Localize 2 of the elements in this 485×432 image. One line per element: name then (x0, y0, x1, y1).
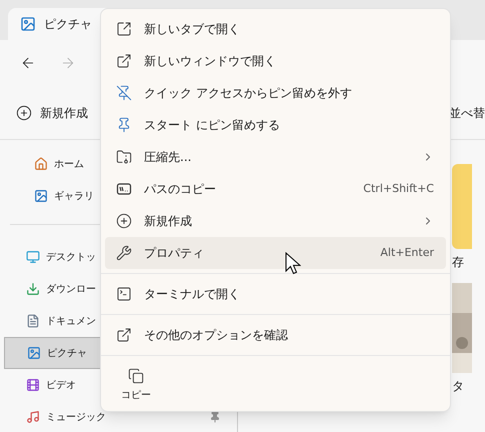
file-name: 存 (452, 254, 465, 271)
file-name: タ (452, 378, 465, 395)
